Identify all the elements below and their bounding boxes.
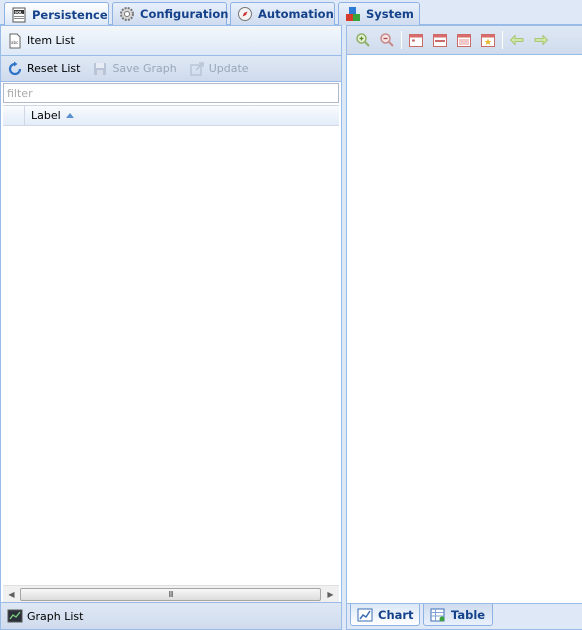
table-icon bbox=[430, 607, 446, 623]
tab-table[interactable]: Table bbox=[423, 604, 493, 626]
chart-area bbox=[347, 55, 582, 604]
sql-database-icon: SQL bbox=[11, 7, 27, 23]
scrollbar-thumb[interactable]: III bbox=[20, 588, 321, 601]
document-icon: abc bbox=[7, 33, 23, 49]
tab-system[interactable]: System bbox=[338, 2, 420, 25]
tab-system-label: System bbox=[366, 7, 414, 21]
tab-persistence[interactable]: SQL Persistence bbox=[4, 2, 109, 26]
zoom-out-icon[interactable] bbox=[379, 32, 395, 48]
blocks-icon bbox=[345, 6, 361, 22]
save-icon bbox=[92, 61, 108, 77]
bottom-tab-bar: Chart Table bbox=[347, 603, 582, 629]
zoom-in-icon[interactable] bbox=[355, 32, 371, 48]
scroll-left-icon[interactable]: ◀ bbox=[3, 586, 20, 603]
graph-list-footer[interactable]: Graph List bbox=[1, 602, 341, 629]
svg-text:SQL: SQL bbox=[15, 10, 23, 14]
external-link-icon bbox=[189, 61, 205, 77]
tab-automation[interactable]: Automation bbox=[230, 2, 335, 25]
toolbar-separator bbox=[502, 31, 503, 49]
graph-list-label: Graph List bbox=[27, 609, 84, 623]
save-graph-button[interactable]: Save Graph bbox=[92, 61, 177, 77]
item-list-toolbar: Reset List Save Graph Update bbox=[1, 56, 341, 82]
arrow-left-icon[interactable] bbox=[509, 32, 525, 48]
gear-icon bbox=[119, 6, 135, 22]
sort-ascending-icon bbox=[65, 113, 74, 118]
update-label: Update bbox=[208, 62, 249, 75]
tab-chart[interactable]: Chart bbox=[350, 604, 420, 626]
item-list-title: abc Item List bbox=[7, 33, 75, 49]
tab-chart-label: Chart bbox=[378, 607, 414, 622]
arrow-right-icon[interactable] bbox=[533, 32, 549, 48]
calendar-week-icon[interactable] bbox=[432, 32, 448, 48]
tab-automation-label: Automation bbox=[258, 7, 334, 21]
reset-list-button[interactable]: Reset List bbox=[7, 61, 80, 77]
item-grid-body bbox=[3, 126, 339, 585]
horizontal-scrollbar[interactable]: ◀ III ▶ bbox=[3, 585, 339, 602]
checkbox-column-header[interactable] bbox=[3, 106, 25, 125]
tab-persistence-label: Persistence bbox=[32, 7, 108, 22]
reset-list-label: Reset List bbox=[27, 62, 81, 75]
tab-configuration[interactable]: Configuration bbox=[112, 2, 229, 25]
scrollbar-grip: III bbox=[168, 590, 173, 599]
top-tab-bar: SQL Persistence Configuration Automation bbox=[0, 0, 582, 26]
label-column-header[interactable]: Label bbox=[25, 106, 339, 125]
calendar-month-icon[interactable] bbox=[456, 32, 472, 48]
tab-configuration-label: Configuration bbox=[140, 7, 229, 21]
save-graph-label: Save Graph bbox=[112, 62, 177, 75]
graph-icon bbox=[7, 608, 23, 624]
grid-header: Label bbox=[3, 105, 339, 126]
graph-list-title: Graph List bbox=[7, 608, 83, 624]
update-button[interactable]: Update bbox=[189, 61, 249, 77]
calendar-star-icon[interactable] bbox=[480, 32, 496, 48]
refresh-icon bbox=[7, 61, 23, 77]
svg-text:abc: abc bbox=[11, 40, 18, 45]
item-list-title-label: Item List bbox=[27, 34, 75, 47]
chart-icon bbox=[357, 607, 373, 623]
item-list-header: abc Item List bbox=[1, 26, 341, 56]
item-list-panel: abc Item List Reset List Save Graph Upda… bbox=[0, 25, 342, 630]
chart-toolbar bbox=[347, 26, 582, 55]
filter-input[interactable] bbox=[3, 83, 339, 103]
scroll-right-icon[interactable]: ▶ bbox=[322, 586, 339, 603]
chart-panel: Chart Table bbox=[346, 25, 582, 630]
toolbar-separator bbox=[401, 31, 402, 49]
label-column-title: Label bbox=[31, 109, 61, 122]
compass-icon bbox=[237, 6, 253, 22]
tab-table-label: Table bbox=[451, 607, 486, 622]
calendar-day-icon[interactable] bbox=[408, 32, 424, 48]
